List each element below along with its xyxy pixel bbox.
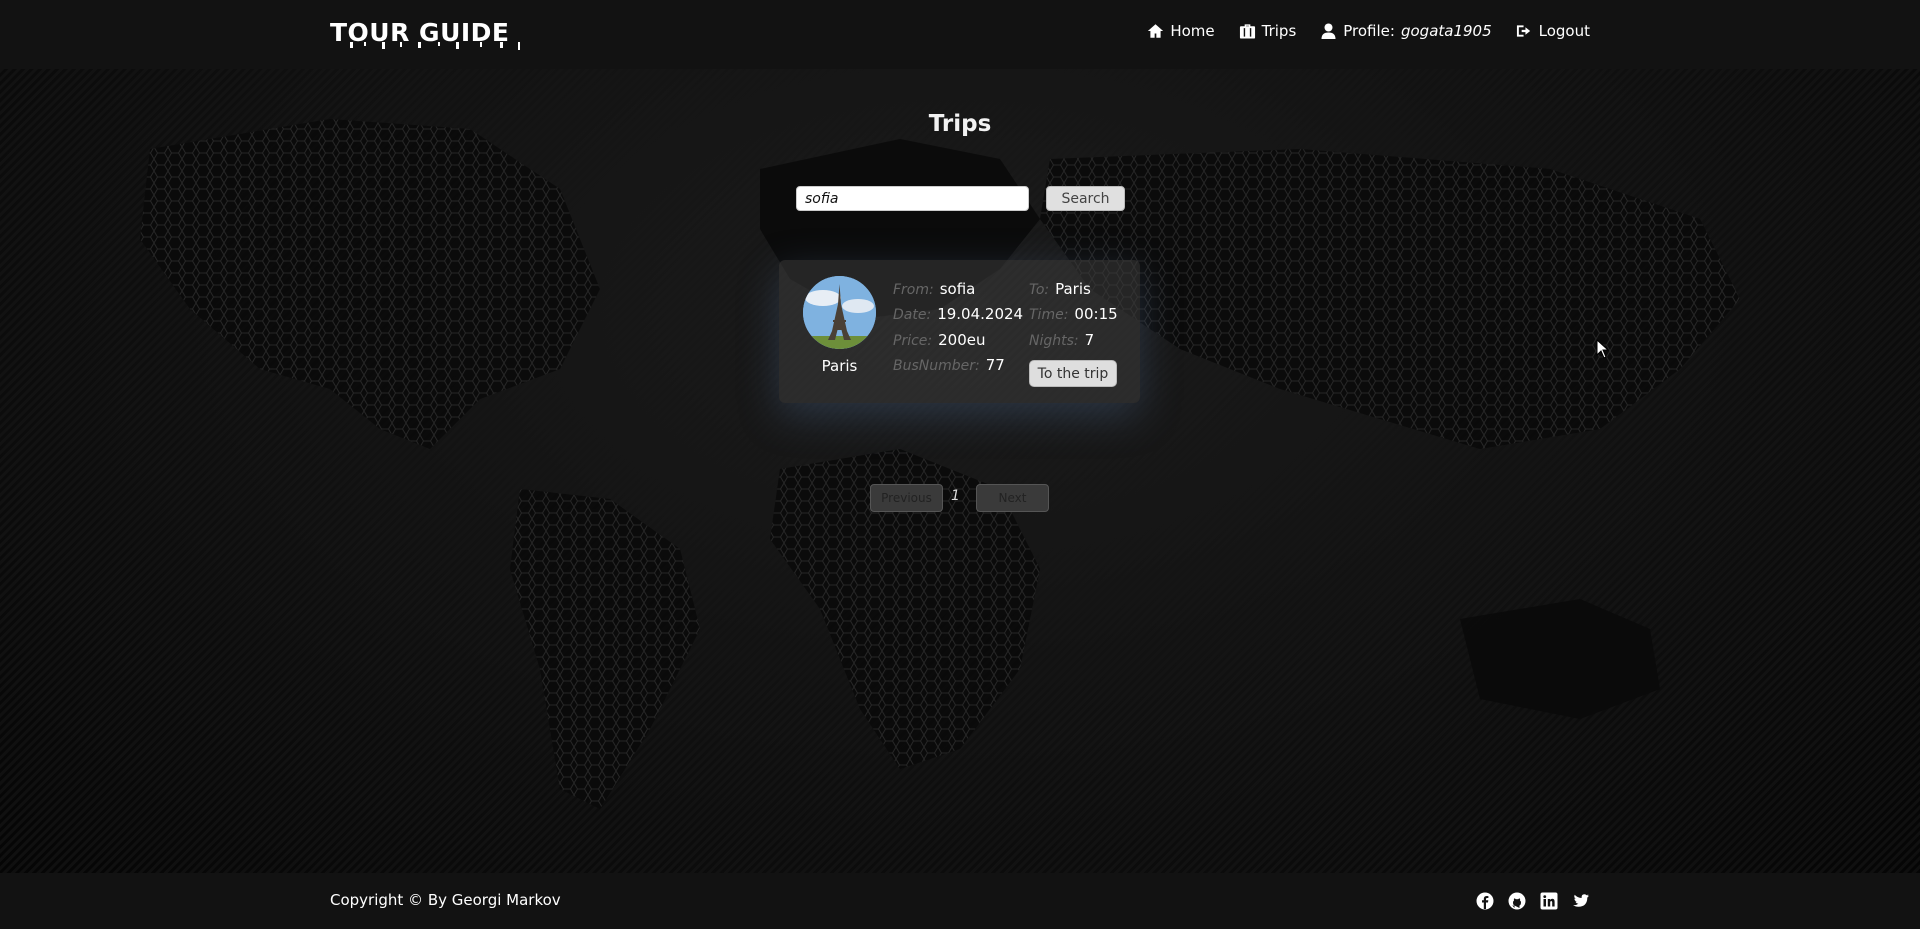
social-links <box>1476 892 1590 910</box>
linkedin-icon[interactable] <box>1540 892 1558 910</box>
footer: Copyright © By Georgi Markov <box>0 873 1920 929</box>
nights-value: 7 <box>1084 331 1095 349</box>
from-value: sofia <box>939 280 976 298</box>
nav-profile-prefix: Profile: <box>1343 22 1395 40</box>
nav-profile-username: gogata1905 <box>1400 22 1492 40</box>
eiffel-tower-image <box>803 276 876 349</box>
suitcase-icon <box>1239 24 1255 39</box>
logout-icon <box>1516 25 1530 37</box>
field-time: Time: 00:15 <box>1029 305 1118 323</box>
facebook-icon[interactable] <box>1476 892 1494 910</box>
date-value: 19.04.2024 <box>937 305 1024 323</box>
field-nights: Nights: 7 <box>1029 331 1094 349</box>
date-label: Date: <box>893 307 932 323</box>
trip-image <box>803 276 876 349</box>
nav-trips[interactable]: Trips <box>1239 22 1297 40</box>
field-to: To: Paris <box>1029 280 1091 298</box>
home-icon <box>1148 24 1164 38</box>
field-bus-number: BusNumber: 77 <box>893 356 1005 374</box>
current-page-number: 1 <box>951 488 960 504</box>
nights-label: Nights: <box>1029 333 1079 349</box>
mouse-cursor-icon <box>1596 339 1610 359</box>
copyright-text: Copyright © By Georgi Markov <box>330 891 561 909</box>
nav-profile[interactable]: Profile: gogata1905 <box>1320 22 1492 40</box>
nav-logout-label: Logout <box>1538 22 1590 40</box>
bus-number-value: 77 <box>985 356 1005 374</box>
main-nav: Home Trips Profile: gogata1905 Logout <box>1147 22 1590 40</box>
bus-number-label: BusNumber: <box>893 358 980 374</box>
twitter-icon[interactable] <box>1572 892 1590 910</box>
next-page-button[interactable]: Next <box>976 484 1049 512</box>
search-input[interactable] <box>796 186 1029 211</box>
time-label: Time: <box>1029 307 1069 323</box>
logo-drips-decoration <box>350 42 520 50</box>
nav-logout[interactable]: Logout <box>1516 22 1590 40</box>
trip-image-label: Paris <box>821 357 858 375</box>
price-label: Price: <box>893 333 933 349</box>
previous-page-button[interactable]: Previous <box>870 484 943 512</box>
field-from: From: sofia <box>893 280 975 298</box>
main-content: Trips Search Paris From: sofia To: Paris D… <box>0 69 1920 873</box>
page-title: Trips <box>928 111 992 137</box>
search-button[interactable]: Search <box>1046 186 1125 211</box>
time-value: 00:15 <box>1074 305 1118 323</box>
to-the-trip-button[interactable]: To the trip <box>1029 360 1117 387</box>
nav-trips-label: Trips <box>1261 22 1297 40</box>
field-date: Date: 19.04.2024 <box>893 305 1023 323</box>
header: TOUR GUIDE Home Trips Profile: gogata190… <box>0 0 1920 69</box>
github-icon[interactable] <box>1508 892 1526 910</box>
user-icon <box>1321 23 1336 39</box>
from-label: From: <box>893 282 934 298</box>
field-price: Price: 200eu <box>893 331 986 349</box>
to-value: Paris <box>1055 280 1091 298</box>
nav-home[interactable]: Home <box>1147 22 1215 40</box>
nav-home-label: Home <box>1170 22 1215 40</box>
trip-card: Paris From: sofia To: Paris Date: 19.04.202… <box>779 260 1140 403</box>
to-label: To: <box>1029 282 1050 298</box>
price-value: 200eu <box>938 331 986 349</box>
